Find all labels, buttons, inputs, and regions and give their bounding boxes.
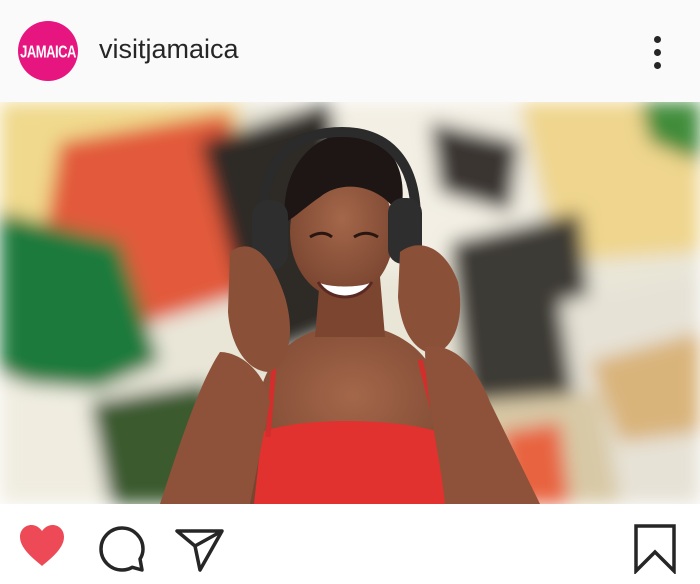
post-action-bar [0,504,700,584]
avatar-logo-text: JAMAICA [20,40,76,62]
heart-icon[interactable] [18,524,66,568]
username-link[interactable]: visitjamaica [99,34,239,65]
avatar[interactable]: JAMAICA [18,21,78,81]
more-options-icon[interactable] [644,34,672,70]
post-image[interactable] [0,102,700,504]
send-icon[interactable] [175,528,225,572]
bookmark-icon[interactable] [633,524,677,574]
post-header: JAMAICA visitjamaica [0,0,700,102]
comment-icon[interactable] [99,526,145,572]
post-photo-illustration [0,102,700,504]
